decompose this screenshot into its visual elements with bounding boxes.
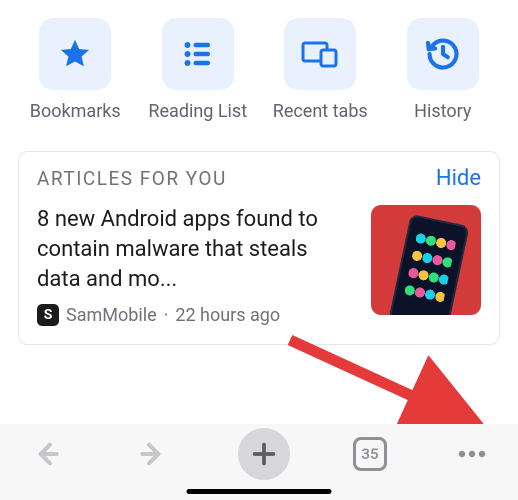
plus-icon <box>250 440 278 468</box>
back-button[interactable] <box>24 432 68 476</box>
recent-tabs-icon <box>300 36 340 72</box>
shortcut-label: Bookmarks <box>30 100 121 123</box>
shortcut-label: Recent tabs <box>273 100 368 123</box>
article-source: SamMobile <box>66 305 157 326</box>
arrow-right-icon <box>137 438 169 470</box>
article-meta: S SamMobile · 22 hours ago <box>37 304 355 326</box>
shortcut-recent-tabs[interactable]: Recent tabs <box>263 18 378 123</box>
history-icon <box>424 35 462 73</box>
tab-switcher-button[interactable]: 35 <box>353 437 387 471</box>
more-menu-button[interactable] <box>450 432 494 476</box>
hide-button[interactable]: Hide <box>436 166 481 191</box>
shortcut-label: Reading List <box>148 100 247 123</box>
section-title: ARTICLES FOR YOU <box>37 167 227 190</box>
meta-separator: · <box>164 305 169 326</box>
shortcut-label: History <box>414 100 471 123</box>
source-logo: S <box>37 304 59 326</box>
article-thumbnail <box>371 205 481 315</box>
arrow-left-icon <box>30 438 62 470</box>
star-icon <box>57 36 93 72</box>
home-indicator[interactable] <box>187 489 332 494</box>
article-age: 22 hours ago <box>175 305 280 326</box>
article-title: 8 new Android apps found to contain malw… <box>37 205 355 294</box>
shortcut-history[interactable]: History <box>386 18 501 123</box>
shortcut-reading-list[interactable]: Reading List <box>141 18 256 123</box>
article-card[interactable]: 8 new Android apps found to contain malw… <box>37 205 481 326</box>
new-tab-button[interactable] <box>238 428 290 480</box>
more-horizontal-icon <box>454 442 490 466</box>
list-icon <box>180 36 216 72</box>
shortcut-bookmarks[interactable]: Bookmarks <box>18 18 133 123</box>
forward-button[interactable] <box>131 432 175 476</box>
